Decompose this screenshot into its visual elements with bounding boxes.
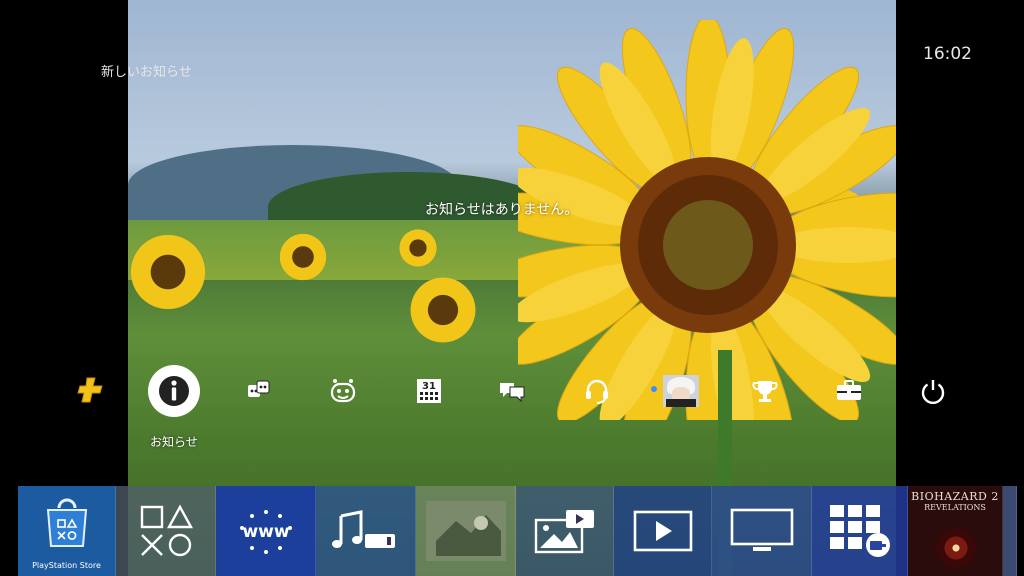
trophies-icon[interactable] — [750, 376, 780, 406]
playstation-plus-icon[interactable] — [76, 375, 106, 405]
friends-icon[interactable] — [244, 376, 274, 406]
video-icon — [633, 510, 692, 552]
capture-gallery-tile[interactable] — [416, 486, 516, 576]
notifications-icon[interactable] — [148, 365, 200, 417]
music-icon — [331, 510, 395, 548]
power-icon[interactable] — [918, 376, 948, 406]
sunflower-bg — [398, 228, 438, 268]
party-icon[interactable] — [328, 376, 358, 406]
music-tile[interactable] — [316, 486, 416, 576]
apps-grid-icon — [829, 505, 890, 557]
sunflower-bg — [408, 275, 478, 345]
playstation-store-tile[interactable]: PlayStation Store — [18, 486, 116, 576]
applications-tile[interactable] — [812, 486, 908, 576]
sunflower-main — [518, 20, 896, 420]
www-icon: www — [239, 510, 292, 554]
media-gallery-tile[interactable] — [516, 486, 614, 576]
game-subtitle: REVELATIONS — [924, 503, 986, 512]
messages-icon[interactable] — [497, 376, 527, 406]
video-tile[interactable] — [614, 486, 712, 576]
sunflower-bg — [278, 232, 328, 282]
gallery-icon — [534, 510, 594, 554]
settings-toolbox-icon[interactable] — [834, 376, 864, 406]
game-tile-biohazard[interactable]: BIOHAZARD 2 REVELATIONS — [908, 486, 1003, 576]
profile-avatar[interactable] — [663, 375, 699, 407]
library-tile[interactable] — [116, 486, 216, 576]
svg-text:31: 31 — [422, 381, 436, 392]
notifications-title: 新しいお知らせ — [101, 65, 192, 80]
internet-browser-tile[interactable]: www — [216, 486, 316, 576]
clock: 16:02 — [923, 44, 972, 64]
next-tile-edge[interactable] — [1003, 486, 1017, 576]
content-shelf: PlayStation Store www BIOHAZARD 2 REVELA… — [18, 486, 1017, 576]
events-calendar-icon[interactable]: 31 — [414, 376, 444, 406]
game-eye-art — [936, 528, 976, 568]
library-shapes-icon — [140, 504, 193, 557]
tv-video-tile[interactable] — [712, 486, 812, 576]
notifications-label: お知らせ — [150, 435, 198, 449]
tv-icon — [730, 508, 793, 551]
svg-text:www: www — [242, 522, 289, 542]
online-status-dot — [651, 386, 657, 392]
store-label: PlayStation Store — [32, 561, 101, 570]
no-notifications-message: お知らせはありません。 — [425, 202, 579, 218]
party-headset-icon[interactable] — [582, 376, 612, 406]
game-title: BIOHAZARD 2 — [911, 490, 999, 503]
sunflower-bg — [128, 232, 208, 312]
capture-thumbnail — [425, 501, 506, 561]
shopping-bag-icon — [46, 498, 87, 547]
